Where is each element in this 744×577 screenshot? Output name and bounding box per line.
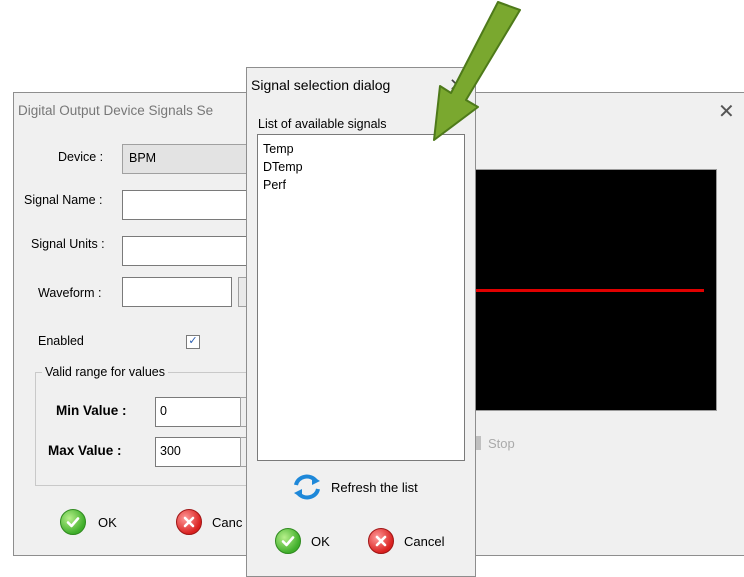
signal-cancel-button[interactable]: Cancel: [368, 528, 444, 554]
signal-dialog-title: Signal selection dialog: [251, 77, 391, 93]
x-circle-icon: [368, 528, 394, 554]
signal-cancel-label: Cancel: [404, 533, 445, 549]
min-value-field[interactable]: 0: [155, 397, 245, 427]
stop-button-label[interactable]: Stop: [488, 436, 515, 451]
signal-name-field[interactable]: [122, 190, 252, 220]
refresh-arrows-icon: [294, 474, 320, 500]
valid-range-group: [35, 372, 253, 486]
main-dialog-close-icon[interactable]: ✕: [718, 99, 735, 124]
list-item-dtemp[interactable]: DTemp: [263, 158, 464, 176]
enabled-checkbox[interactable]: ✓: [186, 335, 200, 349]
main-cancel-label: Canc: [212, 514, 243, 530]
signal-units-field[interactable]: [122, 236, 252, 266]
main-ok-label: OK: [98, 514, 117, 530]
signals-listbox[interactable]: Temp DTemp Perf: [257, 134, 465, 461]
signals-list-label: List of available signals: [258, 117, 387, 131]
min-value-label: Min Value :: [56, 403, 127, 418]
signal-ok-label: OK: [311, 533, 330, 549]
x-circle-icon: [176, 509, 202, 535]
valid-range-title: Valid range for values: [42, 365, 168, 379]
check-circle-icon: [275, 528, 301, 554]
enabled-label: Enabled: [38, 334, 84, 348]
refresh-list-button[interactable]: Refresh the list: [288, 470, 444, 504]
device-field[interactable]: BPM: [122, 144, 252, 174]
main-cancel-button[interactable]: Canc: [176, 509, 242, 535]
waveform-label: Waveform :: [38, 286, 102, 300]
waveform-field[interactable]: [122, 277, 232, 307]
device-label: Device :: [58, 150, 104, 164]
waveform-plot-line: [472, 289, 704, 292]
max-value-field[interactable]: 300: [155, 437, 245, 467]
max-value-label: Max Value :: [48, 443, 122, 458]
main-ok-button[interactable]: OK: [60, 509, 117, 535]
signal-units-label: Signal Units :: [31, 237, 105, 251]
refresh-list-label: Refresh the list: [331, 480, 418, 495]
green-arrow-icon: [433, 1, 521, 141]
list-item-perf[interactable]: Perf: [263, 176, 464, 194]
signal-name-label: Signal Name :: [24, 193, 103, 207]
check-circle-icon: [60, 509, 86, 535]
signal-ok-button[interactable]: OK: [275, 528, 330, 554]
main-dialog-title: Digital Output Device Signals Se: [18, 103, 214, 118]
